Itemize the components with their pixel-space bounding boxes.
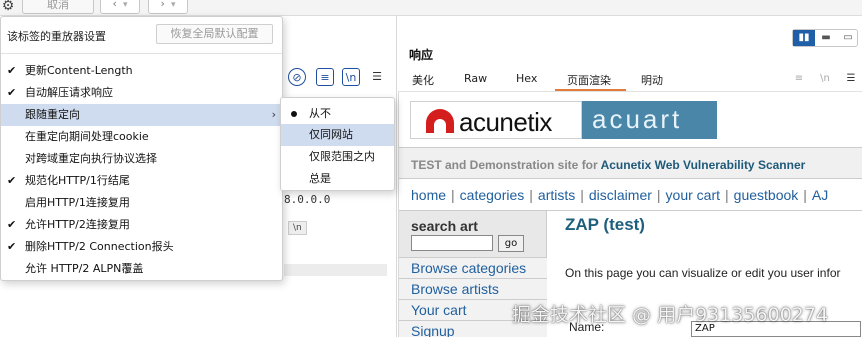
- tagline-strip: TEST and Demonstration site for Acunetix…: [399, 147, 862, 179]
- check-icon: ✔: [7, 64, 17, 77]
- browse-artists-link[interactable]: Browse artists: [399, 278, 547, 299]
- chevron-right-icon: ›: [160, 0, 165, 10]
- nav-categories[interactable]: categories: [460, 187, 525, 203]
- request-host-text: 8.0.0.0: [284, 193, 331, 206]
- watermark-text: 掘金技术社区 @ 用户93135600274: [512, 304, 829, 326]
- menu-divider: [1, 53, 282, 54]
- reset-defaults-button[interactable]: 恢复全局默认配置: [156, 24, 273, 44]
- newline-icon[interactable]: \n: [816, 71, 834, 87]
- nav-cart[interactable]: your cart: [666, 187, 720, 203]
- newline-chip: \n: [288, 221, 307, 235]
- split-view-icon[interactable]: ▮▮: [793, 30, 815, 46]
- replay-settings-menu: 该标签的重放器设置 恢复全局默认配置 ✔ 更新Content-Length ✔ 自动…: [0, 16, 283, 281]
- redirect-option-in-scope[interactable]: 仅限范围之内: [281, 146, 394, 168]
- tab-raw[interactable]: Raw: [464, 72, 487, 85]
- menu-item-auto-decompress[interactable]: ✔ 自动解压请求响应: [1, 82, 282, 104]
- page-paragraph: On this page you can visualize or edit y…: [565, 266, 841, 280]
- site-banner: acunetix acuart: [410, 101, 717, 139]
- newline-icon[interactable]: \n: [342, 68, 360, 86]
- menu-item-http1-reuse[interactable]: 启用HTTP/1连接复用: [1, 192, 282, 214]
- menu-item-cross-origin-protocol[interactable]: 对跨域重定向执行协议选择: [1, 148, 282, 170]
- menu-title: 该标签的重放器设置: [7, 30, 106, 43]
- tab-pretty[interactable]: 美化: [412, 72, 434, 88]
- chevron-left-icon: ‹: [112, 0, 117, 10]
- caret-down-icon: ▾: [122, 0, 128, 10]
- tagline-prefix: TEST and Demonstration site for: [411, 158, 601, 172]
- tagline-brand: Acunetix Web Vulnerability Scanner: [600, 158, 806, 172]
- site-nav: home | categories | artists | disclaimer | your …: [411, 187, 829, 203]
- nav-artists[interactable]: artists: [538, 187, 575, 203]
- acuart-text: acuart: [592, 104, 683, 134]
- check-icon: ✔: [7, 86, 17, 99]
- top-toolbar: ⚙ 取消 ‹ ▾ › ▾: [0, 0, 862, 16]
- tagline: TEST and Demonstration site for Acunetix…: [411, 158, 805, 172]
- nav-disclaimer[interactable]: disclaimer: [589, 187, 652, 203]
- menu-icon[interactable]: ☰: [842, 71, 860, 87]
- gear-icon[interactable]: ⚙: [0, 0, 16, 14]
- redirect-option-same-site[interactable]: 仅同网站: [281, 124, 394, 146]
- menu-icon[interactable]: ☰: [368, 68, 386, 86]
- menu-item-cookies-on-redirect[interactable]: 在重定向期间处理cookie: [1, 126, 282, 148]
- menu-item-normalize-http1[interactable]: ✔ 规范化HTTP/1行结尾: [1, 170, 282, 192]
- browse-categories-link[interactable]: Browse categories: [399, 257, 547, 278]
- page-heading: ZAP (test): [565, 215, 645, 234]
- menu-item-http2-reuse[interactable]: ✔ 允许HTTP/2连接复用: [1, 214, 282, 236]
- check-icon: ✔: [7, 218, 17, 231]
- acunetix-logo-icon: [426, 109, 454, 133]
- logo-text: acunetix: [459, 107, 552, 137]
- tab-render[interactable]: 页面渲染: [567, 72, 611, 88]
- single-view-icon[interactable]: ▭: [837, 30, 859, 46]
- tab-hex[interactable]: Hex: [516, 72, 537, 85]
- menu-item-update-content-length[interactable]: ✔ 更新Content-Length: [1, 60, 282, 82]
- menu-item-follow-redirects[interactable]: 跟随重定向 ›: [1, 104, 282, 126]
- menu-item-strip-connection-header[interactable]: ✔ 删除HTTP/2 Connection报头: [1, 236, 282, 258]
- redirect-option-never[interactable]: 从不: [281, 103, 394, 125]
- wrap-icon[interactable]: ≡: [316, 68, 334, 86]
- wrap-icon[interactable]: ≡: [790, 71, 808, 87]
- search-input[interactable]: [411, 235, 493, 251]
- go-button[interactable]: go: [498, 235, 524, 252]
- radio-selected-icon: [291, 111, 297, 117]
- search-label: search art: [411, 218, 478, 234]
- nav-guestbook[interactable]: guestbook: [734, 187, 799, 203]
- horizontal-view-icon[interactable]: ▬: [815, 30, 837, 46]
- forward-button[interactable]: › ▾: [148, 0, 188, 14]
- acuart-logo: acuart: [582, 101, 717, 139]
- cancel-button[interactable]: 取消: [22, 0, 94, 14]
- request-scroll-area[interactable]: [284, 264, 387, 276]
- caret-down-icon: ▾: [170, 0, 176, 10]
- response-pane: ▮▮ ▬ ▭ 响应 美化 Raw Hex 页面渲染 明动 ≡ \n ☰ acun…: [398, 16, 862, 337]
- acunetix-logo: acunetix: [410, 101, 582, 139]
- hide-icon[interactable]: ⊘: [288, 68, 306, 86]
- redirect-submenu: 从不 仅同网站 仅限范围之内 总是: [280, 97, 395, 191]
- layout-toggle: ▮▮ ▬ ▭: [792, 29, 858, 47]
- redirect-option-always[interactable]: 总是: [281, 168, 394, 190]
- menu-item-alpn-override[interactable]: 允许 HTTP/2 ALPN覆盖: [1, 258, 282, 280]
- back-button[interactable]: ‹ ▾: [100, 0, 140, 14]
- response-title: 响应: [409, 48, 434, 62]
- check-icon: ✔: [7, 174, 17, 187]
- tab-mingdong[interactable]: 明动: [641, 72, 663, 88]
- nav-home[interactable]: home: [411, 187, 446, 203]
- chevron-right-icon: ›: [271, 108, 276, 121]
- nav-ajax[interactable]: AJ: [812, 187, 828, 203]
- check-icon: ✔: [7, 240, 17, 253]
